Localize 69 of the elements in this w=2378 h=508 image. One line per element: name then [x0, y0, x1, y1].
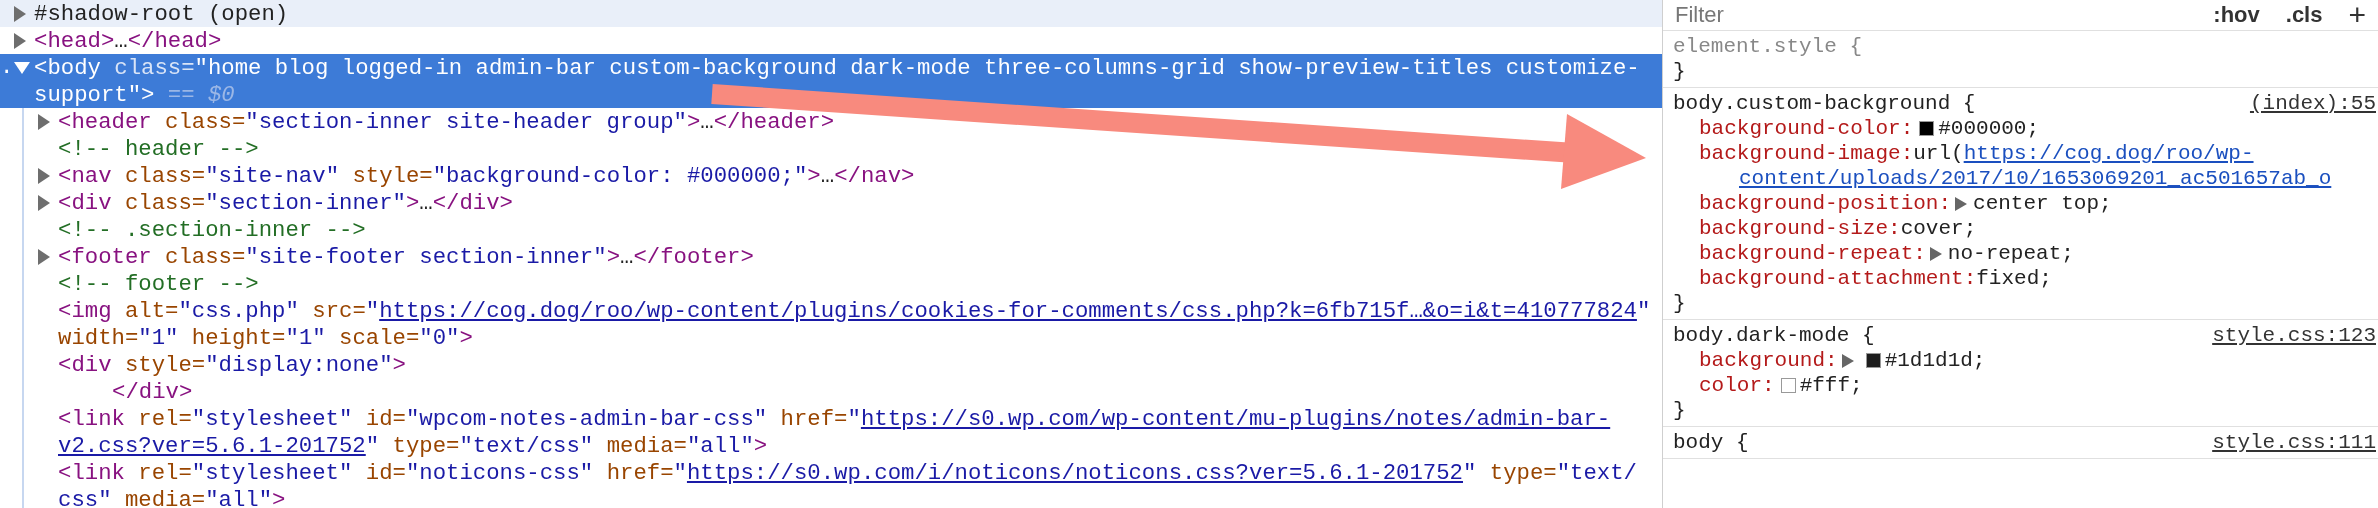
class-toggle[interactable]: .cls: [2283, 2, 2325, 28]
css-property: background-repeat:: [1699, 242, 1926, 265]
url-link[interactable]: https://s0.wp.com/i/noticons/noticons.css?ver=5.6.1-201752: [686, 459, 1463, 486]
css-value: no-repeat;: [1947, 242, 2074, 265]
code-line: <!-- .section-inner -->: [58, 216, 366, 243]
code-line: <nav class="site-nav" style="background-color: #000000;">…</nav>: [58, 162, 915, 189]
url-link[interactable]: https://cog.dog/roo/wp-content/plugins/cookies-for-comments/css.php?k=6fb715f…&o=i&t=410777824: [379, 297, 1637, 324]
closing-brace: }: [1673, 292, 1686, 315]
code-line: support"> == $0: [34, 81, 235, 108]
code-line: #shadow-root (open): [34, 0, 289, 27]
hovered-node-highlight[interactable]: #shadow-root (open): [0, 0, 1662, 27]
color-swatch[interactable]: [1919, 121, 1935, 136]
triangle-icon[interactable]: [1955, 196, 1968, 211]
css-value: #fff;: [1799, 374, 1863, 397]
selected-node-highlight[interactable]: <body class="home blog logged-in admin-bar custom-background dark-mode three-columns-grid show-preview-titles customize- support"> == $0 .: [0, 54, 1662, 108]
css-value: url(https://cog.dog/roo/wp-: [1913, 142, 2254, 165]
source-link[interactable]: style.css:111: [2212, 431, 2378, 454]
code-line: <img alt="css.php" src="https://cog.dog/roo/wp-content/plugins/cookies-for-comments/css.php?k=6fb715f…&o=i&t=410777824": [58, 297, 1651, 324]
code-line: <head>…</head>: [34, 27, 222, 54]
css-selector: element.style {: [1673, 35, 1863, 58]
css-property: background:: [1699, 349, 1838, 372]
filter-field[interactable]: Filter: [1675, 2, 2190, 28]
code-line: v2.css?ver=5.6.1-201752" type="text/css" media="all">: [58, 432, 768, 459]
code-line: <body class="home blog logged-in admin-bar custom-background dark-mode three-columns-grid show-preview-titles customize-: [34, 54, 1640, 81]
css-selector: body.custom-background {: [1673, 92, 1976, 115]
css-property: background-image:: [1699, 142, 1914, 165]
triangle-icon[interactable]: [14, 5, 26, 22]
ellipsis-marker: .: [0, 54, 14, 81]
url-link[interactable]: content/uploads/2017/10/1653069201_ac501657ab_o: [1739, 167, 2332, 190]
triangle-icon[interactable]: [1929, 246, 1942, 261]
closing-tag-line: </div>: [112, 378, 193, 405]
css-value: fixed;: [1976, 267, 2052, 290]
code-line: <footer class="site-footer section-inner">…</footer>: [58, 243, 754, 270]
code-line: <!-- footer -->: [58, 270, 259, 297]
css-value: #000000;: [1938, 117, 2040, 140]
code-line: <link rel="stylesheet" id="noticons-css" href="https://s0.wp.com/i/noticons/noticons.css?ver=5.6.1-201752" type="text/: [58, 459, 1637, 486]
triangle-icon[interactable]: [38, 248, 50, 265]
css-selector: body.dark-mode {: [1673, 324, 1875, 347]
color-swatch[interactable]: [1865, 353, 1881, 368]
closing-brace: }: [1673, 60, 1686, 83]
css-property: background-size:: [1699, 217, 1901, 240]
color-swatch[interactable]: [1780, 378, 1796, 393]
code-line: css" media="all">: [58, 486, 286, 508]
code-line: <!-- header -->: [58, 135, 259, 162]
triangle-icon[interactable]: [38, 194, 50, 211]
triangle-icon[interactable]: [38, 113, 50, 130]
code-line: <link rel="stylesheet" id="wpcom-notes-admin-bar-css" href="https://s0.wp.com/wp-content/mu-plugins/notes/admin-bar-: [58, 405, 1611, 432]
source-link[interactable]: style.css:123: [2212, 324, 2378, 347]
closing-brace: }: [1673, 399, 1686, 422]
code-line: <div class="section-inner">…</div>: [58, 189, 513, 216]
triangle-icon[interactable]: [1841, 353, 1854, 368]
css-value: center top;: [1973, 192, 2112, 215]
url-link[interactable]: https://s0.wp.com/wp-content/mu-plugins/notes/admin-bar-: [860, 405, 1611, 432]
css-value: #1d1d1d;: [1884, 349, 1986, 372]
css-property: color:: [1699, 374, 1775, 397]
css-property: background-color:: [1699, 117, 1914, 140]
code-line: <div style="display:none">: [58, 351, 406, 378]
hover-state-toggle[interactable]: :hov: [2211, 2, 2262, 28]
css-value: cover;: [1900, 217, 1977, 240]
css-property: background-attachment:: [1699, 267, 1977, 290]
code-line: width="1" height="1" scale="0">: [58, 324, 473, 351]
triangle-icon[interactable]: [38, 167, 50, 184]
code-line: <header class="section-inner site-header group">…</header>: [58, 108, 835, 135]
css-property: background-position:: [1699, 192, 1952, 215]
new-rule-button[interactable]: +: [2346, 2, 2368, 28]
source-link[interactable]: (index):55: [2249, 92, 2378, 115]
css-selector: body {: [1673, 431, 1749, 454]
url-link[interactable]: v2.css?ver=5.6.1-201752: [58, 432, 366, 459]
url-link[interactable]: https://cog.dog/roo/wp-: [1963, 142, 2254, 165]
